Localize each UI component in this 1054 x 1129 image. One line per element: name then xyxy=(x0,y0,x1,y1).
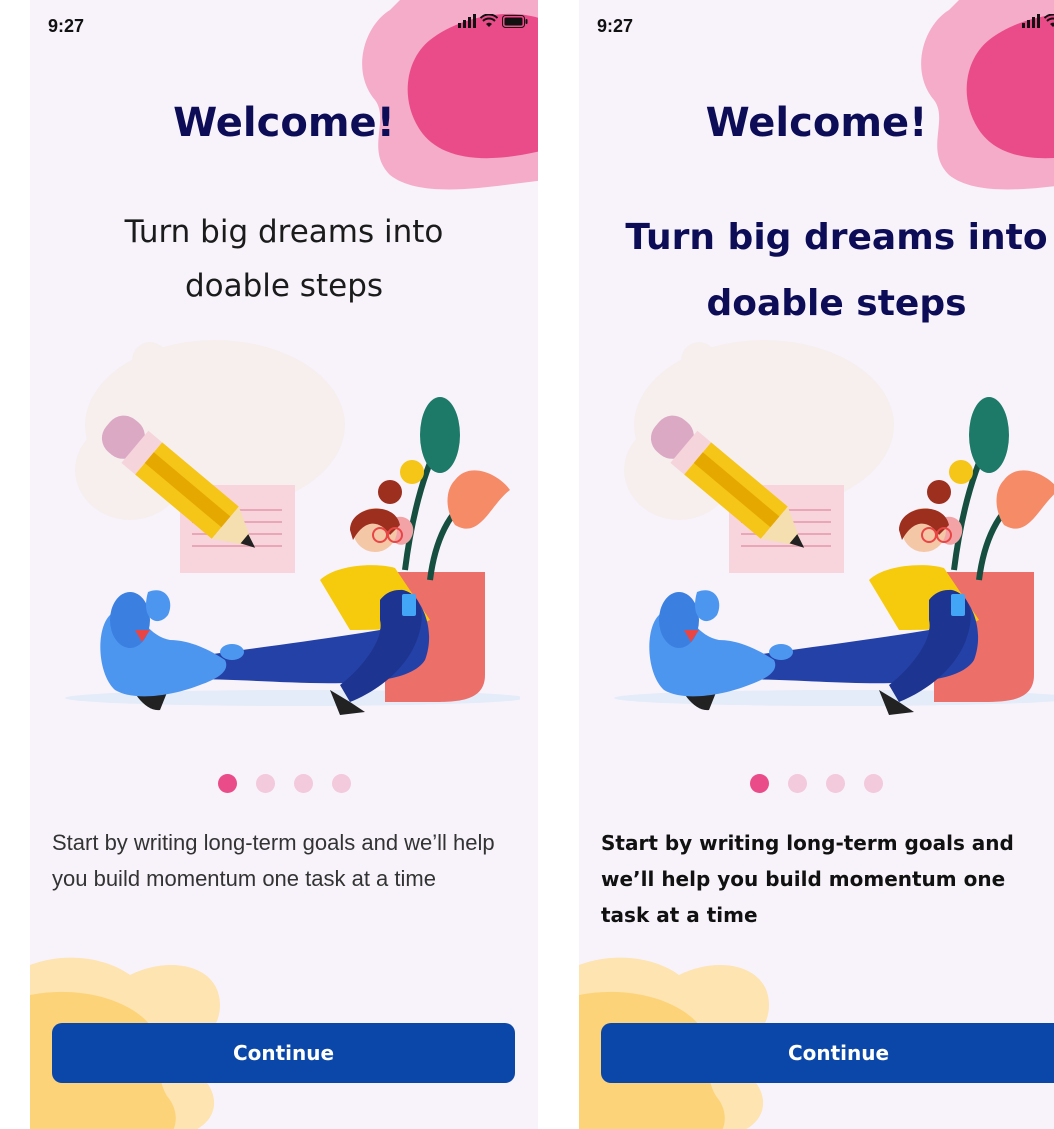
pagination-dots xyxy=(579,774,1054,793)
status-icons xyxy=(1022,14,1054,28)
pagination-dot-1[interactable] xyxy=(750,774,769,793)
description: Start by writing long-term goals and we’… xyxy=(52,830,495,891)
status-time: 9:27 xyxy=(597,16,634,36)
pagination-dot-2[interactable] xyxy=(255,774,275,793)
onboarding-illustration xyxy=(614,340,1054,715)
pagination-dot-1[interactable] xyxy=(217,774,237,793)
page-title: Welcome! xyxy=(705,100,928,146)
onboarding-screen-bold: 9:27 Welcome! Turn big dreams into doabl… xyxy=(579,0,1054,1129)
status-time: 9:27 xyxy=(48,16,85,36)
description: Start by writing long-term goals and we’… xyxy=(601,831,1014,927)
onboarding-screen-regular: 9:27 Welcome! Turn big dreams into doabl… xyxy=(30,0,538,1129)
continue-button[interactable]: Continue xyxy=(52,1023,515,1083)
pagination-dot-4[interactable] xyxy=(864,774,883,793)
signal-icon xyxy=(458,14,476,28)
subtitle: Turn big dreams into doable steps xyxy=(124,214,444,304)
status-icons xyxy=(458,14,528,28)
page-title: Welcome! xyxy=(173,100,395,146)
wifi-icon xyxy=(480,14,498,27)
battery-icon xyxy=(502,14,528,28)
wifi-icon xyxy=(1044,14,1054,27)
pagination-dot-3[interactable] xyxy=(293,774,313,793)
pagination-dot-4[interactable] xyxy=(331,774,351,793)
signal-icon xyxy=(1022,14,1040,28)
continue-button[interactable]: Continue xyxy=(601,1023,1054,1083)
pagination-dot-2[interactable] xyxy=(788,774,807,793)
onboarding-illustration xyxy=(65,340,520,715)
subtitle: Turn big dreams into doable steps xyxy=(625,217,1048,324)
pink-blob-decoration xyxy=(921,0,1054,190)
pagination-dots xyxy=(30,774,538,793)
pagination-dot-3[interactable] xyxy=(826,774,845,793)
pink-blob-decoration xyxy=(362,0,538,190)
